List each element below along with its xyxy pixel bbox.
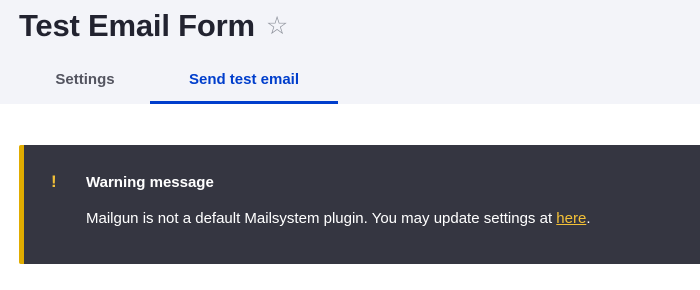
exclamation-icon: ! — [51, 172, 57, 191]
title-row: Test Email Form ☆ — [19, 6, 288, 46]
warning-text: Mailgun is not a default Mailsystem plug… — [86, 210, 557, 227]
page-header: Test Email Form ☆ Settings Send test ema… — [0, 0, 700, 104]
tab-send-test-email[interactable]: Send test email — [150, 60, 338, 104]
warning-body: Mailgun is not a default Mailsystem plug… — [86, 209, 590, 229]
warning-text-end: . — [586, 210, 591, 227]
warning-title: Warning message — [86, 174, 214, 191]
warning-here-link[interactable]: here — [556, 210, 586, 227]
tab-settings[interactable]: Settings — [39, 60, 131, 104]
page-title: Test Email Form — [19, 8, 255, 43]
star-icon[interactable]: ☆ — [266, 6, 288, 46]
warning-message: ! Warning message Mailgun is not a defau… — [19, 145, 700, 264]
